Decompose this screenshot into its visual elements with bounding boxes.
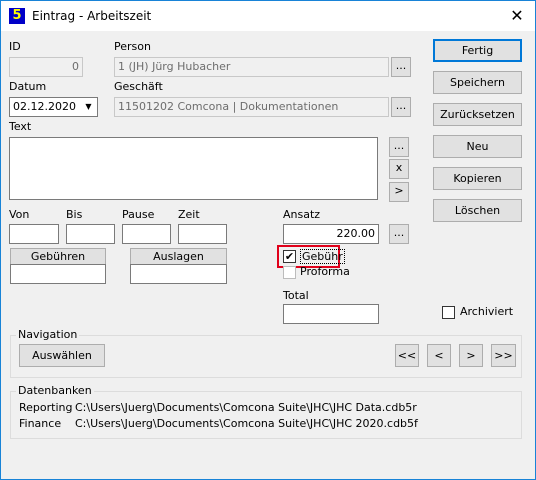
person-field: 1 (JH) Jürg Hubacher [114,57,389,77]
datenbanken-title: Datenbanken [16,384,94,397]
von-label: Von [9,208,30,221]
speichern-button[interactable]: Speichern [433,71,522,94]
ansatz-select-button[interactable]: ... [389,224,409,244]
db-reporting-label: Reporting [19,401,73,414]
ansatz-label: Ansatz [283,208,321,221]
text-clear-button[interactable]: x [389,159,409,179]
nav-prev-button[interactable]: < [427,344,451,367]
loeschen-button[interactable]: Löschen [433,199,522,222]
fertig-label: Fertig [461,44,494,57]
title-bar: 5 Eintrag - Arbeitszeit ✕ [1,1,535,31]
dialog-window: 5 Eintrag - Arbeitszeit ✕ ID 0 Person 1 … [0,0,536,480]
datenbanken-group [10,391,522,439]
pause-field[interactable] [122,224,171,244]
id-label: ID [9,40,21,53]
text-area[interactable] [9,137,378,200]
kopieren-button[interactable]: Kopieren [433,167,522,190]
db-finance-label: Finance [19,417,62,430]
id-field: 0 [9,57,83,77]
zeit-field[interactable] [178,224,227,244]
geschaeft-field: 11501202 Comcona | Dokumentationen [114,97,389,117]
archiviert-label: Archiviert [460,305,514,318]
db-reporting-path: C:\Users\Juerg\Documents\Comcona Suite\J… [75,401,417,414]
auslagen-button[interactable]: Auslagen [130,248,227,265]
db-finance-path: C:\Users\Juerg\Documents\Comcona Suite\J… [75,417,418,430]
gebuehren-button[interactable]: Gebühren [10,248,106,265]
nav-first-button[interactable]: << [395,344,419,367]
datum-value: 02.12.2020 [13,100,76,113]
geschaeft-label: Geschäft [114,80,163,93]
close-icon[interactable]: ✕ [499,1,535,31]
nav-next-button[interactable]: > [459,344,483,367]
text-label: Text [9,120,32,133]
bis-field[interactable] [66,224,115,244]
total-field [283,304,379,324]
chevron-down-icon[interactable]: ▼ [81,99,96,115]
total-label: Total [283,289,309,302]
auslagen-field[interactable] [130,264,227,284]
navigation-title: Navigation [16,328,80,341]
checkmark-icon: ✔ [284,250,295,263]
app-icon: 5 [9,8,25,24]
neu-button[interactable]: Neu [433,135,522,158]
text-next-button[interactable]: > [389,182,409,202]
person-select-button[interactable]: ... [391,57,411,77]
geschaeft-select-button[interactable]: ... [391,97,411,117]
proforma-label: Proforma [300,265,350,278]
bis-label: Bis [66,208,83,221]
auswaehlen-button[interactable]: Auswählen [19,344,105,367]
fertig-button[interactable]: Fertig [433,39,522,62]
zuruecksetzen-button[interactable]: Zurücksetzen [433,103,522,126]
pause-label: Pause [122,208,155,221]
person-label: Person [114,40,151,53]
datum-label: Datum [9,80,47,93]
archiviert-checkbox[interactable] [442,306,455,319]
gebuehr-checkbox[interactable]: ✔ [283,250,296,263]
gebuehren-field[interactable] [10,264,106,284]
window-title: Eintrag - Arbeitszeit [32,9,152,23]
proforma-checkbox[interactable] [283,266,296,279]
text-edit-button[interactable]: ... [389,137,409,157]
nav-last-button[interactable]: >> [491,344,516,367]
datum-field[interactable]: 02.12.2020 ▼ [9,97,98,117]
gebuehr-label[interactable]: Gebühr [300,249,345,264]
ansatz-field[interactable]: 220.00 [283,224,379,244]
von-field[interactable] [9,224,59,244]
zeit-label: Zeit [178,208,200,221]
